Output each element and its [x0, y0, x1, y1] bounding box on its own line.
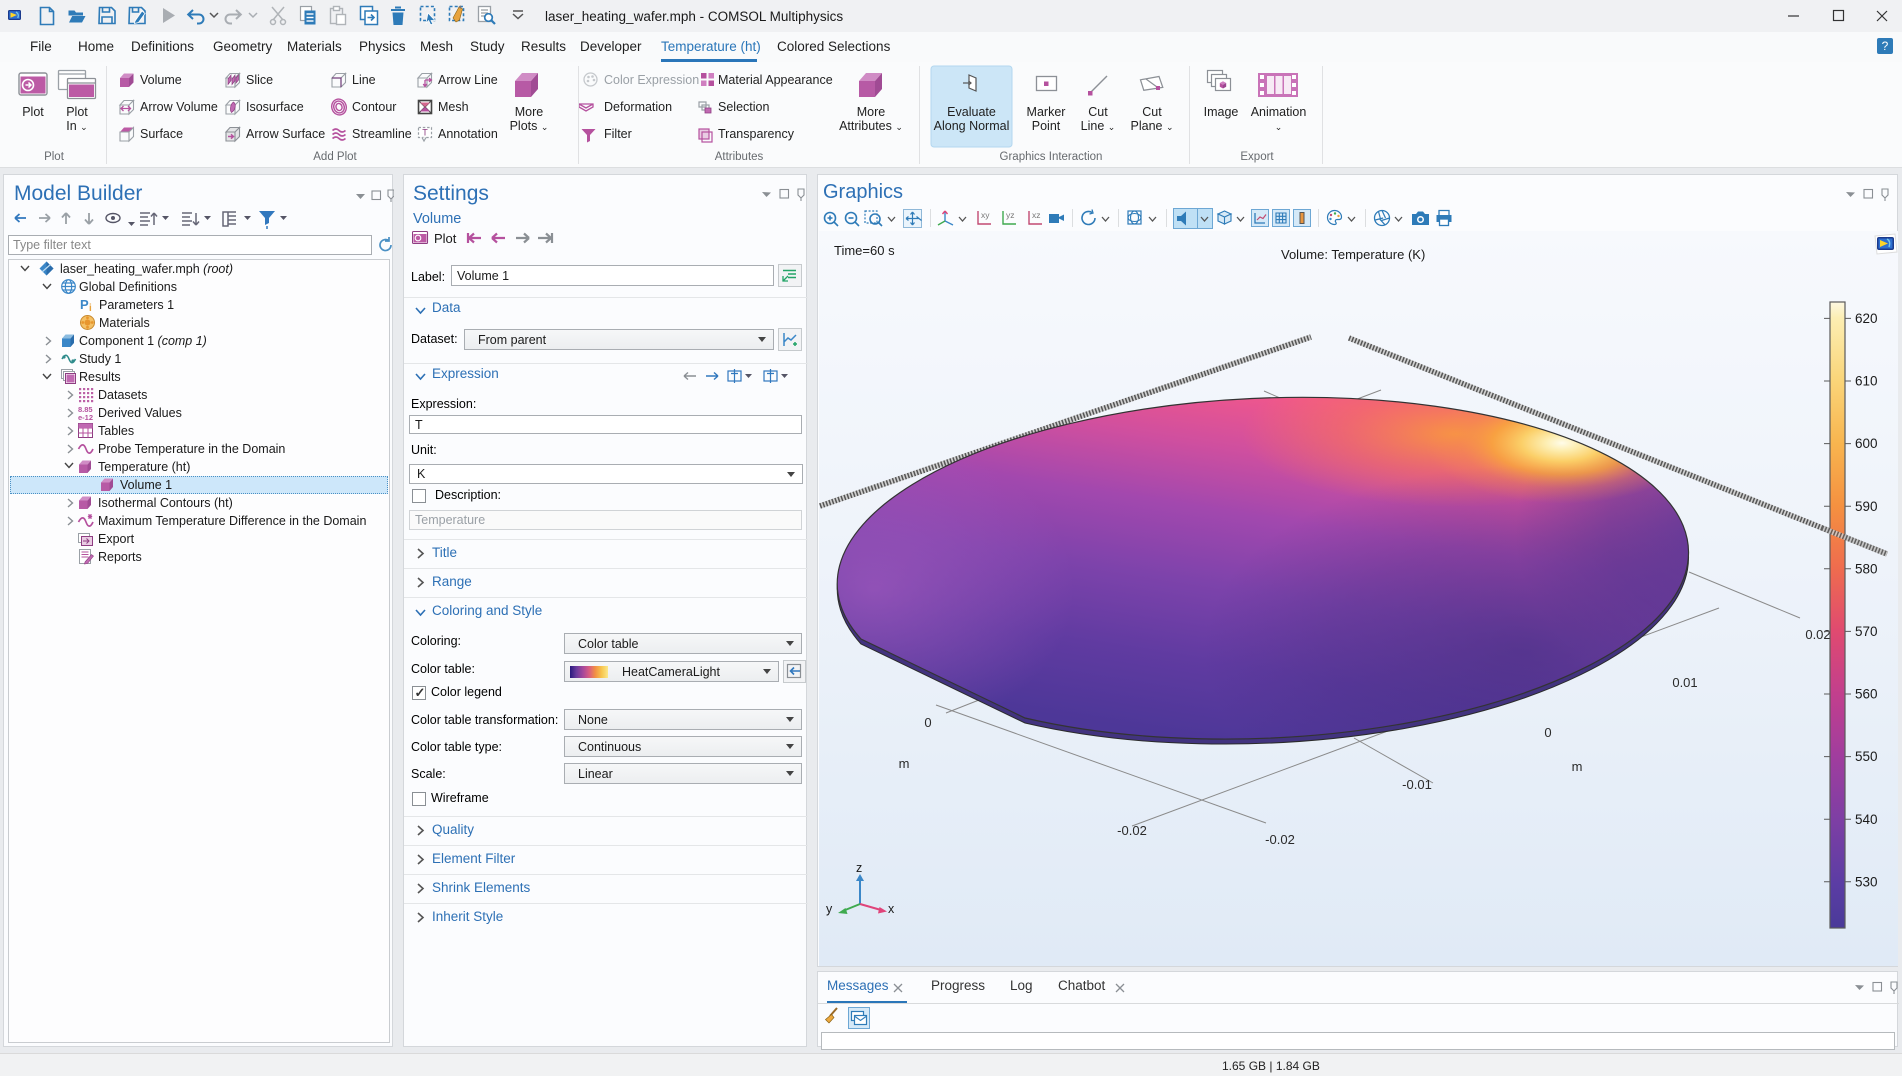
svg-text:590: 590	[1855, 499, 1878, 514]
svg-text:580: 580	[1855, 561, 1878, 576]
svg-text:0.02: 0.02	[1805, 627, 1830, 642]
svg-text:0: 0	[924, 715, 931, 730]
svg-text:-0.01: -0.01	[1402, 777, 1432, 792]
svg-text:i: i	[89, 303, 92, 314]
svg-text:z: z	[856, 861, 862, 875]
svg-text:Plot: Plot	[434, 231, 457, 246]
svg-text:530: 530	[1855, 874, 1878, 889]
svg-text:-0.02: -0.02	[1117, 823, 1147, 838]
svg-text:-0.02: -0.02	[1265, 832, 1295, 847]
svg-text:0: 0	[1544, 725, 1551, 740]
svg-text:560: 560	[1855, 687, 1878, 702]
svg-text:570: 570	[1855, 624, 1878, 639]
svg-text:m: m	[899, 756, 910, 771]
svg-text:540: 540	[1855, 812, 1878, 827]
svg-text:0.01: 0.01	[1672, 675, 1697, 690]
svg-text:x: x	[888, 902, 895, 916]
svg-text:P: P	[80, 297, 89, 312]
svg-text:550: 550	[1855, 749, 1878, 764]
svg-text:y: y	[826, 902, 833, 916]
svg-text:600: 600	[1855, 436, 1878, 451]
svg-text:m: m	[1572, 759, 1583, 774]
svg-text:610: 610	[1855, 374, 1878, 389]
svg-text:e-12: e-12	[78, 413, 93, 422]
svg-text:laser_heating_wafer.mph - COMS: laser_heating_wafer.mph - COMSOL Multiph…	[545, 9, 843, 24]
svg-text:yz: yz	[1006, 210, 1015, 220]
svg-text:xy: xy	[981, 210, 990, 220]
svg-text:620: 620	[1855, 311, 1878, 326]
svg-text:xz: xz	[1032, 210, 1041, 220]
svg-text:T: T	[422, 128, 428, 138]
